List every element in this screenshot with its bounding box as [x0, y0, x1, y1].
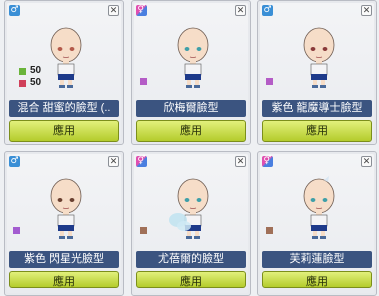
color-swatch [13, 227, 20, 234]
avatar [50, 178, 82, 239]
close-icon[interactable]: ✕ [235, 156, 246, 167]
close-icon[interactable]: ✕ [361, 156, 372, 167]
avatar [303, 176, 335, 239]
male-icon: ♂ [9, 156, 20, 167]
stat-row: 50 [19, 65, 41, 77]
stat-value: 50 [30, 65, 42, 76]
apply-button[interactable]: 應用 [262, 120, 372, 142]
close-icon[interactable]: ✕ [108, 156, 119, 167]
color-swatch [266, 227, 273, 234]
face-name: 欣梅爾臉型 [136, 100, 246, 117]
face-card-2[interactable]: ⚥ ✕ 欣梅爾臉型 應用 [131, 0, 251, 145]
stat-row: 50 [19, 77, 41, 89]
color-swatch [266, 78, 273, 85]
stat-color-swatch [19, 67, 26, 75]
stat-list: 50 50 [19, 65, 41, 89]
unisex-icon: ⚥ [262, 156, 273, 167]
face-card-5[interactable]: ⚥ ✕ 尤蓓爾的臉型 應用 [131, 151, 251, 296]
face-name: 紫色 龍魔導士臉型 [262, 100, 372, 117]
close-icon[interactable]: ✕ [361, 5, 372, 16]
unisex-icon: ⚥ [136, 5, 147, 16]
avatar [169, 178, 209, 239]
face-card-1[interactable]: ♂ ✕ 50 50 混合 甜蜜的臉型 (.. 應用 [4, 0, 124, 145]
stat-value: 50 [30, 77, 42, 88]
face-name: 尤蓓爾的臉型 [136, 251, 246, 268]
close-icon[interactable]: ✕ [108, 5, 119, 16]
color-swatch [140, 227, 147, 234]
apply-button[interactable]: 應用 [136, 271, 246, 288]
apply-button[interactable]: 應用 [9, 271, 119, 288]
male-icon: ♂ [262, 5, 273, 16]
color-swatch [140, 78, 147, 85]
close-icon[interactable]: ✕ [235, 5, 246, 16]
face-card-4[interactable]: ♂ ✕ 紫色 閃星光臉型 應用 [4, 151, 124, 296]
male-icon: ♂ [9, 5, 20, 16]
face-card-3[interactable]: ♂ ✕ 紫色 龍魔導士臉型 應用 [257, 0, 377, 145]
avatar [50, 27, 82, 88]
apply-button[interactable]: 應用 [136, 120, 246, 142]
apply-button[interactable]: 應用 [262, 271, 372, 288]
face-name: 混合 甜蜜的臉型 (.. [9, 100, 119, 117]
face-name: 芙莉蓮臉型 [262, 251, 372, 268]
avatar [177, 27, 209, 88]
unisex-icon: ⚥ [136, 156, 147, 167]
face-card-6[interactable]: ⚥ ✕ 芙莉蓮臉型 應用 [257, 151, 377, 296]
avatar [303, 27, 335, 88]
apply-button[interactable]: 應用 [9, 120, 119, 142]
stat-color-swatch [19, 79, 26, 87]
face-name: 紫色 閃星光臉型 [9, 251, 119, 268]
